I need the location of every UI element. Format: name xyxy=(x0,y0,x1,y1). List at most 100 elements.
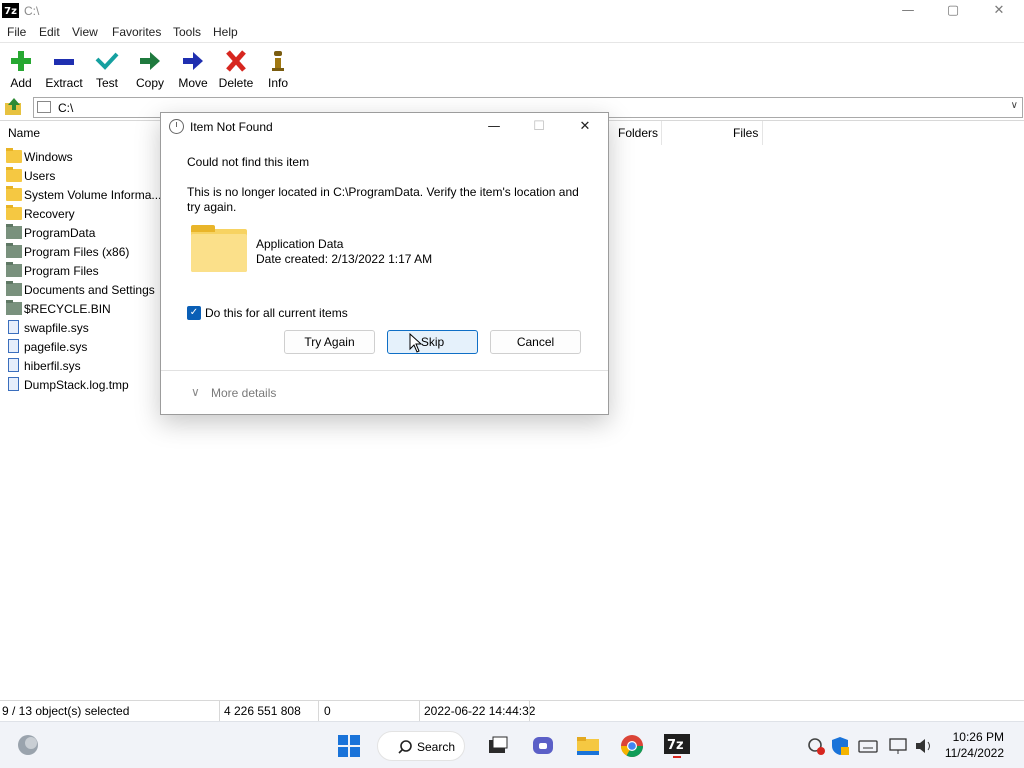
do-for-all-label[interactable]: Do this for all current items xyxy=(205,306,348,320)
add-button[interactable]: Add xyxy=(0,48,44,92)
menu-view[interactable]: View xyxy=(72,25,98,39)
chevron-down-icon[interactable]: ∨ xyxy=(1011,100,1018,111)
list-item[interactable]: Recovery xyxy=(4,204,164,223)
folder-icon xyxy=(6,205,22,220)
clock-time[interactable]: 10:26 PM xyxy=(953,730,1004,744)
dialog-minimize-button[interactable]: — xyxy=(479,116,509,138)
window-title: C:\ xyxy=(24,4,40,18)
status-count: 0 xyxy=(324,704,331,718)
item-name: Program Files (x86) xyxy=(24,245,130,259)
move-button[interactable]: Move xyxy=(170,48,216,92)
status-divider xyxy=(318,701,319,721)
status-bar: 9 / 13 object(s) selected 4 226 551 808 … xyxy=(0,700,1024,721)
minimize-button[interactable]: — xyxy=(885,0,931,22)
start-windows-icon[interactable] xyxy=(337,734,361,758)
do-for-all-checkbox[interactable]: ✓ xyxy=(187,306,201,320)
column-header-files[interactable]: Files xyxy=(733,126,758,140)
column-header-folders[interactable]: Folders xyxy=(618,126,658,140)
item-name: Documents and Settings xyxy=(24,283,155,297)
taskbar: Search 7z 10:26 PM 11/24/2022 xyxy=(0,721,1024,768)
more-details-toggle[interactable]: More details xyxy=(211,386,276,400)
cancel-button[interactable]: Cancel xyxy=(490,330,581,354)
folder-icon xyxy=(6,262,22,277)
item-name: swapfile.sys xyxy=(24,321,89,335)
mouse-cursor-icon xyxy=(409,332,423,353)
search-icon xyxy=(398,740,412,754)
clock-date[interactable]: 11/24/2022 xyxy=(945,746,1004,760)
list-item[interactable]: pagefile.sys xyxy=(4,337,164,356)
list-item[interactable]: Documents and Settings xyxy=(4,280,164,299)
status-divider xyxy=(529,701,530,721)
menu-tools[interactable]: Tools xyxy=(173,25,201,39)
keyboard-icon[interactable] xyxy=(858,736,882,760)
column-divider[interactable] xyxy=(762,121,763,145)
folder-icon xyxy=(6,186,22,201)
item-name: ProgramData xyxy=(24,226,96,240)
list-item[interactable]: ProgramData xyxy=(4,223,164,242)
delete-x-icon xyxy=(224,50,248,72)
sync-icon[interactable] xyxy=(806,736,830,760)
close-button[interactable]: ✕ xyxy=(976,0,1022,22)
chrome-icon[interactable] xyxy=(620,734,644,758)
file-icon xyxy=(8,358,19,372)
security-shield-icon[interactable] xyxy=(830,736,854,760)
list-item[interactable]: Users xyxy=(4,166,164,185)
test-label: Test xyxy=(95,76,118,90)
item-name: Windows xyxy=(24,150,73,164)
dialog-title: Item Not Found xyxy=(190,120,273,134)
skip-button[interactable]: Skip xyxy=(387,330,478,354)
list-item[interactable]: Program Files xyxy=(4,261,164,280)
list-item[interactable]: swapfile.sys xyxy=(4,318,164,337)
move-arrow-icon xyxy=(181,50,205,72)
menu-help[interactable]: Help xyxy=(213,25,238,39)
menu-edit[interactable]: Edit xyxy=(39,25,60,39)
copy-label: Copy xyxy=(135,76,164,90)
plus-icon xyxy=(9,50,33,72)
list-item[interactable]: hiberfil.sys xyxy=(4,356,164,375)
chevron-down-icon[interactable]: ∨ xyxy=(191,385,200,399)
file-explorer-icon[interactable] xyxy=(576,734,600,758)
test-button[interactable]: Test xyxy=(84,48,130,92)
weather-icon[interactable] xyxy=(16,733,40,757)
folder-icon xyxy=(191,225,247,272)
dialog-close-button[interactable]: ✕ xyxy=(570,116,600,138)
network-icon[interactable] xyxy=(888,736,912,760)
list-item[interactable]: Program Files (x86) xyxy=(4,242,164,261)
column-header-name[interactable]: Name xyxy=(8,126,40,140)
item-date-created: Date created: 2/13/2022 1:17 AM xyxy=(256,252,433,266)
item-name: DumpStack.log.tmp xyxy=(24,378,129,392)
info-label: Info xyxy=(267,76,288,90)
delete-button[interactable]: Delete xyxy=(213,48,259,92)
item-name: pagefile.sys xyxy=(24,340,88,354)
folder-icon xyxy=(6,167,22,182)
chat-icon[interactable] xyxy=(531,734,555,758)
list-item[interactable]: System Volume Informa... xyxy=(4,185,164,204)
item-name: System Volume Informa... xyxy=(24,188,162,202)
menu-file[interactable]: File xyxy=(7,25,26,39)
item-not-found-dialog: Item Not Found — ☐ ✕ Could not find this… xyxy=(160,112,609,415)
minus-icon xyxy=(52,50,76,72)
menu-favorites[interactable]: Favorites xyxy=(112,25,161,39)
folder-icon xyxy=(6,243,22,258)
clock-icon xyxy=(169,119,184,134)
drive-icon xyxy=(37,101,51,113)
list-item[interactable]: DumpStack.log.tmp xyxy=(4,375,164,394)
maximize-button[interactable]: ▢ xyxy=(930,0,976,22)
extract-button[interactable]: Extract xyxy=(41,48,87,92)
move-label: Move xyxy=(178,76,208,90)
copy-button[interactable]: Copy xyxy=(127,48,173,92)
try-again-button[interactable]: Try Again xyxy=(284,330,375,354)
list-item[interactable]: Windows xyxy=(4,147,164,166)
extract-label: Extract xyxy=(45,76,83,90)
item-name: Users xyxy=(24,169,56,183)
up-folder-button[interactable] xyxy=(3,97,25,117)
status-modified: 2022-06-22 14:44:32 xyxy=(424,704,536,718)
task-view-icon[interactable] xyxy=(486,734,510,758)
divider xyxy=(161,370,608,371)
volume-icon[interactable] xyxy=(914,736,938,760)
column-divider[interactable] xyxy=(661,121,662,145)
info-button[interactable]: Info xyxy=(255,48,301,92)
taskbar-search-button[interactable]: Search xyxy=(377,731,465,761)
list-item[interactable]: $RECYCLE.BIN xyxy=(4,299,164,318)
7zip-taskbar-icon[interactable]: 7z xyxy=(664,734,690,758)
